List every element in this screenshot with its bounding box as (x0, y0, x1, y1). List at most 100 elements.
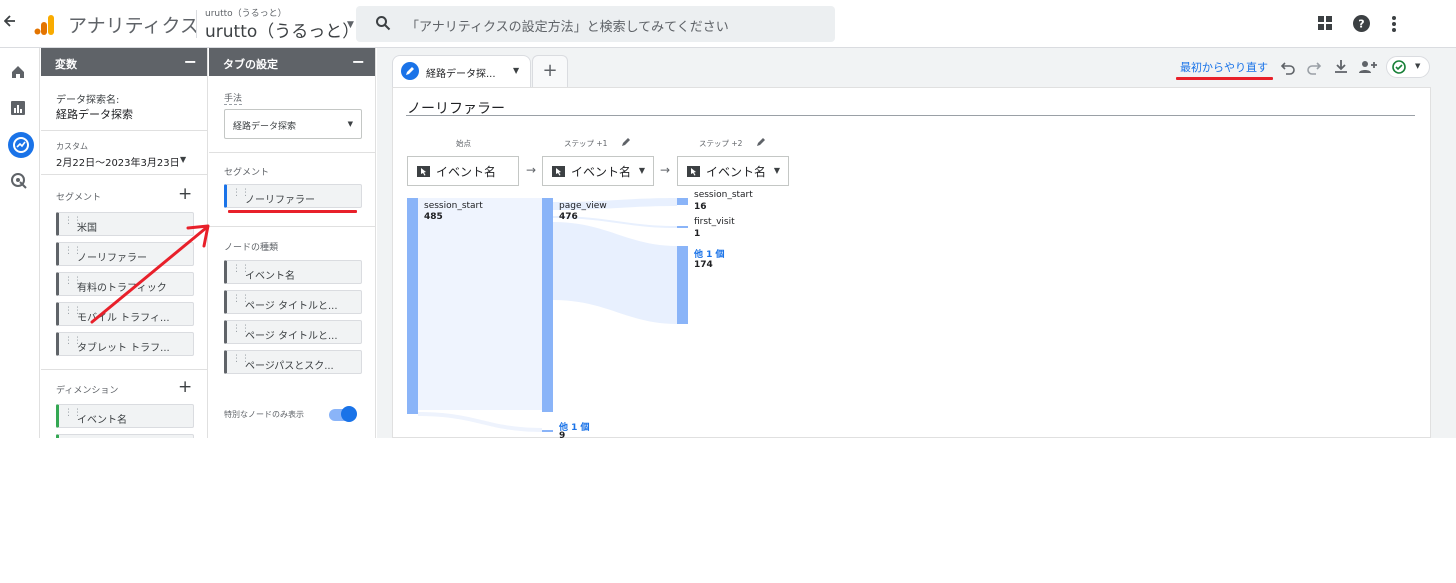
dimension-chip[interactable] (56, 434, 194, 438)
download-icon[interactable] (1332, 58, 1350, 76)
search-input[interactable]: 「アナリティクスの設定方法」と検索してみてください (406, 16, 729, 35)
divider (209, 226, 376, 227)
drag-handle-icon[interactable]: ⋮⋮ (64, 409, 82, 423)
drag-handle-icon[interactable]: ⋮⋮ (64, 277, 82, 291)
search-bar[interactable]: 「アナリティクスの設定方法」と検索してみてください (356, 6, 835, 42)
drag-handle-icon[interactable]: ⋮⋮ (232, 325, 250, 339)
edit-pencil-icon[interactable] (620, 136, 632, 148)
node-value: 16 (694, 202, 707, 212)
redo-icon[interactable] (1305, 58, 1323, 76)
cursor-click-icon (552, 166, 565, 177)
undo-icon[interactable] (1279, 58, 1297, 76)
flow-node-bar[interactable] (677, 246, 688, 324)
drag-handle-icon[interactable]: ⋮⋮ (232, 265, 250, 279)
flow-node-bar[interactable] (542, 430, 553, 432)
chevron-down-icon: ▼ (773, 166, 780, 175)
unique-nodes-label: 特別なノードのみ表示 (224, 410, 304, 419)
edit-pencil-icon[interactable] (755, 136, 767, 148)
node-value: 174 (694, 260, 713, 270)
divider (41, 174, 208, 175)
cursor-click-icon (417, 166, 430, 177)
node-other[interactable]: 他 1 個 (694, 247, 725, 260)
technique-select[interactable]: 経路データ探索 ▼ (224, 109, 362, 139)
apps-grid-icon[interactable] (1318, 16, 1332, 30)
flow-node-bar[interactable] (677, 198, 688, 205)
exploration-name[interactable]: 経路データ探索 (56, 106, 133, 122)
step-label-start: 始点 (456, 139, 471, 148)
more-vert-icon[interactable] (1389, 14, 1399, 34)
add-tab-button[interactable]: + (532, 55, 568, 87)
node-type-chip[interactable]: ⋮⋮ ページ タイトルと... (224, 320, 362, 344)
chevron-down-icon[interactable]: ▼ (180, 155, 186, 164)
tab-settings-header: タブの設定 − (209, 48, 375, 76)
chevron-down-icon: ▼ (1415, 62, 1421, 70)
status-dropdown[interactable]: ▼ (1386, 56, 1430, 78)
collapse-icon[interactable]: − (352, 52, 365, 71)
date-preset-label: カスタム (56, 142, 88, 151)
segment-chip[interactable]: ⋮⋮ タブレット トラフ... (56, 332, 194, 356)
dimensions-label: ディメンション (56, 386, 119, 396)
node-value: 485 (424, 212, 443, 222)
collapse-icon[interactable]: − (184, 52, 197, 71)
segments-label: セグメント (56, 193, 102, 203)
chevron-down-icon[interactable]: ▼ (347, 20, 354, 30)
reports-icon[interactable] (10, 100, 30, 120)
node-type-chip[interactable]: ⋮⋮ ページ タイトルと... (224, 290, 362, 314)
drag-handle-icon[interactable]: ⋮⋮ (232, 189, 250, 203)
help-icon[interactable]: ? (1353, 15, 1370, 32)
node-type-chip[interactable]: ⋮⋮ イベント名 (224, 260, 362, 284)
node-name: first_visit (694, 217, 735, 227)
chevron-down-icon: ▼ (638, 166, 645, 175)
share-icon[interactable] (1358, 58, 1377, 76)
drag-handle-icon[interactable]: ⋮⋮ (232, 295, 250, 309)
node-type-chip[interactable]: ⋮⋮ ページパスとスク... (224, 350, 362, 374)
analytics-screen: アナリティクス urutto（うるっと） urutto（うるっと） ▼ 「アナリ… (0, 0, 1456, 438)
drag-handle-icon[interactable]: ⋮⋮ (232, 355, 250, 369)
add-dimension-icon[interactable]: + (178, 377, 192, 397)
node-name: session_start (424, 201, 483, 211)
toggle-knob[interactable] (341, 406, 357, 422)
step2-node-selector[interactable]: イベント名 ▼ (677, 156, 789, 186)
start-node-selector[interactable]: イベント名 (407, 156, 519, 186)
back-arrow-icon[interactable] (3, 14, 20, 34)
search-icon (375, 15, 391, 31)
left-nav-rail (0, 48, 40, 438)
drag-handle-icon[interactable]: ⋮⋮ (64, 217, 82, 231)
red-underline-annotation (228, 210, 357, 213)
home-icon[interactable] (10, 64, 30, 84)
add-segment-icon[interactable]: + (178, 184, 192, 204)
flow-node-bar[interactable] (677, 226, 688, 228)
property-name[interactable]: urutto（うるっと） (205, 17, 359, 42)
applied-segment-chip[interactable]: ⋮⋮ ノーリファラー (224, 184, 362, 208)
red-arrow-annotation (90, 224, 210, 324)
tab-dropdown-icon[interactable]: ▼ (513, 66, 519, 75)
node-value: 9 (559, 431, 566, 438)
restart-button[interactable]: 最初からやり直す (1180, 59, 1268, 75)
variables-panel-header: 変数 − (41, 48, 207, 76)
step-label-2: ステップ +2 (699, 139, 743, 148)
node-value: 1 (694, 229, 701, 239)
drag-handle-icon[interactable]: ⋮⋮ (64, 307, 82, 321)
title-divider (196, 10, 197, 38)
flow-node-bar[interactable] (407, 198, 418, 414)
drag-handle-icon[interactable]: ⋮⋮ (64, 337, 82, 351)
pencil-icon (401, 62, 419, 80)
analytics-logo-icon[interactable] (34, 14, 56, 36)
drag-handle-icon[interactable]: ⋮⋮ (64, 247, 82, 261)
exploration-name-label: データ探索名: (56, 95, 120, 106)
flow-node-bar[interactable] (542, 198, 553, 412)
explore-icon[interactable] (8, 132, 34, 158)
check-circle-icon (1392, 60, 1406, 74)
title-rule (406, 115, 1415, 116)
red-underline-annotation (1176, 77, 1273, 80)
path-flows (418, 198, 677, 432)
top-app-bar: アナリティクス urutto（うるっと） urutto（うるっと） ▼ 「アナリ… (0, 0, 1456, 48)
step1-node-selector[interactable]: イベント名 ▼ (542, 156, 654, 186)
advertising-icon[interactable] (10, 172, 30, 192)
tab-path-exploration[interactable]: 経路データ探... ▼ (392, 55, 531, 87)
cursor-click-icon (687, 166, 700, 177)
app-title: アナリティクス (68, 15, 199, 37)
dimension-chip[interactable]: ⋮⋮ イベント名 (56, 404, 194, 428)
chevron-down-icon: ▼ (347, 120, 353, 128)
date-range[interactable]: 2月22日～2023年3月23日 (56, 154, 180, 169)
